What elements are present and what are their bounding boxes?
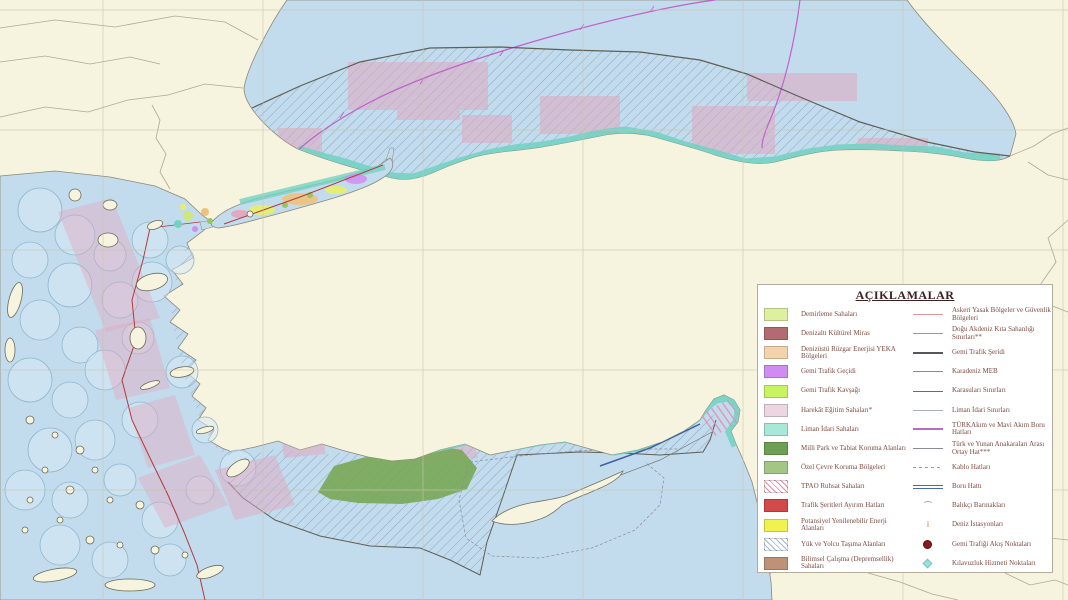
legend-item: Denizaltı Kültürel Miras [758, 324, 909, 343]
legend-swatch-fill [764, 346, 788, 360]
legend-item-label: TPAO Ruhsat Sahaları [801, 482, 865, 491]
legend-marker-line [912, 333, 943, 335]
legend-item: i Deniz İstasyonları [909, 516, 1052, 535]
legend-item-label: Karadeniz MEB [951, 367, 998, 376]
legend-swatch-fill [764, 518, 788, 532]
legend-swatch-fill [764, 365, 788, 379]
legend-item: Karasuları Sınırları [909, 382, 1052, 401]
legend-item: TÜRKAkım ve Mavi Akım Boru Hatları [909, 420, 1052, 439]
legend-marker-line [912, 371, 943, 373]
legend-item: Gemi Trafiği Akış Noktaları [909, 535, 1052, 554]
legend-item: Denizüstü Rüzgar Enerjisi YEKA Bölgeleri [758, 343, 909, 362]
legend-item: Liman İdari Sınırları [909, 401, 1052, 420]
legend-marker-line [912, 390, 943, 392]
legend-item-label: Harekât Eğitim Sahaları* [801, 405, 873, 414]
legend-item: Türk ve Yunan Anakaraları Arası Ortay Ha… [909, 439, 1052, 458]
legend-item-label: Karasuları Sınırları [951, 386, 1006, 395]
legend-panel: AÇIKLAMALAR Demirleme Sahaları Denizaltı … [757, 284, 1053, 573]
legend-item-label: Kılavuzluk Hizmeti Noktaları [951, 558, 1036, 567]
legend-item: TPAO Ruhsat Sahaları [758, 477, 909, 496]
legend-item-label: Liman İdari Sınırları [951, 405, 1010, 414]
legend-marker-line [912, 428, 943, 431]
legend-item-label: Trafik Şeritleri Ayırım Hatları [801, 501, 885, 510]
map-page: AÇIKLAMALAR Demirleme Sahaları Denizaltı … [0, 0, 1068, 600]
legend-item: ⌒ Balıkçı Barınakları [909, 496, 1052, 515]
legend-item-label: Deniz İstasyonları [951, 520, 1004, 529]
legend-item: Özel Çevre Koruma Bölgeleri [758, 458, 909, 477]
legend-title: AÇIKLAMALAR [855, 288, 955, 302]
legend-swatch-fill [764, 327, 788, 341]
legend-swatch-fill [764, 442, 788, 456]
legend-left-column: Demirleme Sahaları Denizaltı Kültürel Mir… [758, 305, 909, 573]
legend-item-label: Denizaltı Kültürel Miras [801, 329, 870, 338]
legend-swatch-hatch [764, 480, 788, 494]
legend-item: Kablo Hatları [909, 458, 1052, 477]
legend-item-label: Demirleme Sahaları [801, 309, 858, 318]
legend-item: Askeri Yasak Bölgeler ve Güvenlik Bölgel… [909, 305, 1052, 324]
legend-columns: Demirleme Sahaları Denizaltı Kültürel Mir… [758, 305, 1052, 573]
legend-item-label: Yük ve Yolcu Taşıma Alanları [801, 539, 886, 548]
legend-item: Gemi Trafik Kavşağı [758, 382, 909, 401]
legend-item-label: Doğu Akdeniz Kıta Sahanlığı Sınırları** [951, 325, 1035, 341]
legend-item-label: Balıkçı Barınakları [951, 501, 1006, 510]
legend-item-label: Bilimsel Çalışma (Depremsellik) Sahaları [801, 555, 894, 571]
legend-marker-symbol: ⌒ [923, 500, 932, 510]
legend-swatch-hatch [764, 537, 788, 551]
legend-item: Kılavuzluk Hizmeti Noktaları [909, 554, 1052, 573]
legend-item: Bilimsel Çalışma (Depremsellik) Sahaları [758, 554, 909, 573]
legend-swatch-fill [764, 461, 788, 475]
legend-item: Harekât Eğitim Sahaları* [758, 401, 909, 420]
legend-item: Boru Hattı [909, 477, 1052, 496]
legend-item-label: Askeri Yasak Bölgeler ve Güvenlik Bölgel… [951, 306, 1051, 322]
legend-item-label: Boru Hattı [951, 482, 982, 491]
legend-marker-dashed [912, 467, 943, 469]
legend-swatch-fill [764, 499, 788, 513]
legend-marker-line [912, 351, 943, 354]
legend-item: Karadeniz MEB [909, 362, 1052, 381]
legend-item-label: TÜRKAkım ve Mavi Akım Boru Hatları [951, 421, 1045, 437]
legend-item: Gemi Trafik Geçidi [758, 362, 909, 381]
legend-item: Trafik Şeritleri Ayırım Hatları [758, 496, 909, 515]
legend-item: Potansiyel Yenilenebilir Enerji Alanları [758, 516, 909, 535]
legend-item-label: Gemi Trafiği Akış Noktaları [951, 539, 1032, 548]
legend-marker-symbol: i [926, 520, 930, 530]
legend-marker-dot [913, 539, 943, 549]
legend-item-label: Gemi Trafik Kavşağı [801, 386, 861, 395]
legend-item-label: Türk ve Yunan Anakaraları Arası Ortay Ha… [951, 440, 1045, 456]
legend-item-label: Gemi Trafik Geçidi [801, 367, 856, 376]
legend-marker-line [912, 314, 943, 316]
legend-marker-double [912, 484, 943, 489]
legend-swatch-fill [764, 422, 788, 436]
legend-item: Demirleme Sahaları [758, 305, 909, 324]
legend-item: Gemi Trafik Şeridi [909, 343, 1052, 362]
legend-right-column: Askeri Yasak Bölgeler ve Güvenlik Bölgel… [909, 305, 1052, 573]
legend-swatch-fill [764, 403, 788, 417]
legend-item-label: Milli Park ve Tabiat Koruma Alanları [801, 443, 906, 452]
legend-item: Milli Park ve Tabiat Koruma Alanları [758, 439, 909, 458]
legend-marker-diamond [913, 558, 943, 569]
legend-item-label: Özel Çevre Koruma Bölgeleri [801, 463, 886, 472]
legend-item-label: Liman İdari Sahaları [801, 424, 859, 433]
legend-marker-line [912, 448, 943, 450]
legend-swatch-fill [764, 556, 788, 570]
legend-item-label: Denizüstü Rüzgar Enerjisi YEKA Bölgeleri [801, 344, 896, 360]
legend-swatch-fill [764, 384, 788, 398]
legend-item: Doğu Akdeniz Kıta Sahanlığı Sınırları** [909, 324, 1052, 343]
legend-marker-line [912, 409, 943, 411]
legend-item: Yük ve Yolcu Taşıma Alanları [758, 535, 909, 554]
legend-item-label: Gemi Trafik Şeridi [951, 348, 1005, 357]
legend-item-label: Potansiyel Yenilenebilir Enerji Alanları [801, 516, 887, 533]
legend-swatch-fill [764, 308, 788, 322]
legend-item: Liman İdari Sahaları [758, 420, 909, 439]
legend-item-label: Kablo Hatları [951, 463, 991, 472]
